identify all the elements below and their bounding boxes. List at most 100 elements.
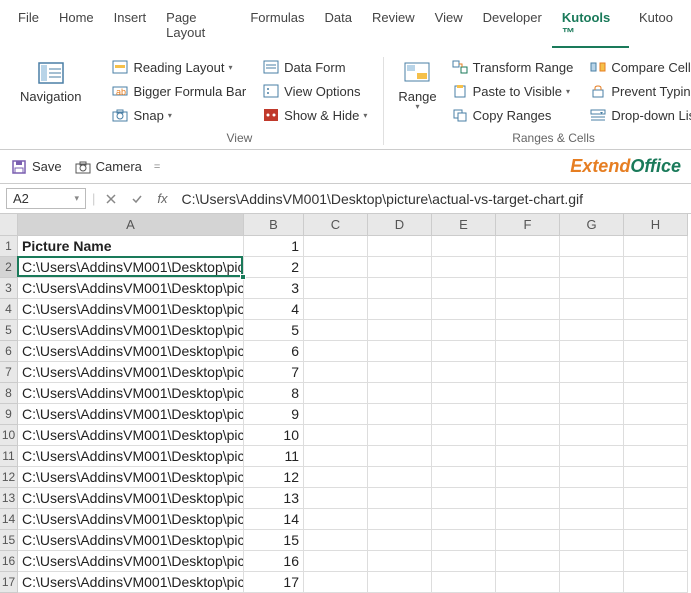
cell[interactable] [304, 551, 368, 572]
cell[interactable] [304, 509, 368, 530]
menu-tab-developer[interactable]: Developer [473, 4, 552, 48]
cell[interactable]: 14 [244, 509, 304, 530]
insert-function-button[interactable]: fx [153, 189, 171, 208]
cell[interactable] [496, 404, 560, 425]
cell[interactable] [496, 572, 560, 593]
cell[interactable] [496, 383, 560, 404]
row-header[interactable]: 9 [0, 404, 18, 425]
cell[interactable]: 7 [244, 362, 304, 383]
menu-tab-data[interactable]: Data [315, 4, 362, 48]
cell[interactable] [304, 425, 368, 446]
cell[interactable] [560, 320, 624, 341]
cell[interactable] [304, 383, 368, 404]
cell[interactable]: Picture Name [18, 236, 244, 257]
range-button[interactable]: Range ▾ [392, 57, 442, 113]
cell[interactable] [560, 467, 624, 488]
cell[interactable] [496, 530, 560, 551]
cell[interactable] [496, 278, 560, 299]
row-header[interactable]: 6 [0, 341, 18, 362]
cell[interactable]: C:\Users\AddinsVM001\Desktop\pic [18, 404, 244, 425]
cell[interactable]: C:\Users\AddinsVM001\Desktop\pic [18, 362, 244, 383]
cell[interactable] [368, 530, 432, 551]
cell[interactable]: C:\Users\AddinsVM001\Desktop\pic [18, 278, 244, 299]
cell[interactable]: 8 [244, 383, 304, 404]
cell[interactable] [368, 467, 432, 488]
cell[interactable] [304, 257, 368, 278]
spreadsheet-grid[interactable]: ABCDEFGH 1Picture Name12C:\Users\AddinsV… [0, 214, 691, 593]
menu-tab-kutoo[interactable]: Kutoo [629, 4, 683, 48]
cell[interactable]: C:\Users\AddinsVM001\Desktop\pic [18, 257, 244, 278]
cell[interactable] [368, 299, 432, 320]
cell[interactable] [560, 236, 624, 257]
cell[interactable] [304, 362, 368, 383]
cell[interactable]: C:\Users\AddinsVM001\Desktop\pic [18, 467, 244, 488]
cell[interactable]: C:\Users\AddinsVM001\Desktop\pic [18, 425, 244, 446]
cell[interactable] [496, 488, 560, 509]
cell[interactable] [432, 383, 496, 404]
cell[interactable] [496, 236, 560, 257]
cell[interactable]: C:\Users\AddinsVM001\Desktop\pic [18, 572, 244, 593]
cell[interactable] [304, 236, 368, 257]
cell[interactable] [304, 530, 368, 551]
name-box[interactable]: A2 ▾ [6, 188, 86, 209]
cell[interactable] [560, 341, 624, 362]
row-header[interactable]: 15 [0, 530, 18, 551]
cell[interactable] [368, 509, 432, 530]
row-header[interactable]: 16 [0, 551, 18, 572]
cell[interactable] [624, 383, 688, 404]
cell[interactable] [496, 341, 560, 362]
menu-tab-view[interactable]: View [425, 4, 473, 48]
cell[interactable] [496, 257, 560, 278]
cell[interactable] [432, 572, 496, 593]
cell[interactable]: 5 [244, 320, 304, 341]
cell[interactable] [368, 572, 432, 593]
column-header-D[interactable]: D [368, 214, 432, 236]
cell[interactable] [560, 509, 624, 530]
cell[interactable] [432, 488, 496, 509]
column-header-F[interactable]: F [496, 214, 560, 236]
row-header[interactable]: 7 [0, 362, 18, 383]
cell[interactable] [368, 257, 432, 278]
cell[interactable] [432, 278, 496, 299]
cell[interactable] [432, 446, 496, 467]
cell[interactable] [432, 341, 496, 362]
row-header[interactable]: 12 [0, 467, 18, 488]
cell[interactable] [624, 572, 688, 593]
cell[interactable] [624, 320, 688, 341]
cell[interactable] [304, 278, 368, 299]
menu-tab-kutools[interactable]: Kutools ™ [552, 4, 629, 48]
cell[interactable] [432, 320, 496, 341]
row-header[interactable]: 2 [0, 257, 18, 278]
cell[interactable]: 16 [244, 551, 304, 572]
cell[interactable] [304, 320, 368, 341]
cell[interactable] [368, 425, 432, 446]
cell[interactable]: 2 [244, 257, 304, 278]
cell[interactable] [496, 299, 560, 320]
cell[interactable] [560, 257, 624, 278]
cell[interactable] [624, 257, 688, 278]
navigation-button[interactable]: Navigation [14, 57, 87, 106]
cell[interactable]: C:\Users\AddinsVM001\Desktop\pic [18, 383, 244, 404]
cell[interactable] [368, 404, 432, 425]
select-all-corner[interactable] [0, 214, 18, 236]
menu-tab-pagelayout[interactable]: Page Layout [156, 4, 240, 48]
row-header[interactable]: 13 [0, 488, 18, 509]
cell[interactable] [624, 446, 688, 467]
row-header[interactable]: 8 [0, 383, 18, 404]
cell[interactable]: C:\Users\AddinsVM001\Desktop\pic [18, 320, 244, 341]
cell[interactable] [624, 404, 688, 425]
column-header-C[interactable]: C [304, 214, 368, 236]
cell[interactable] [304, 341, 368, 362]
menu-tab-home[interactable]: Home [49, 4, 104, 48]
cell[interactable] [432, 404, 496, 425]
menu-tab-review[interactable]: Review [362, 4, 425, 48]
cell[interactable] [304, 572, 368, 593]
view-options-button[interactable]: View Options [258, 81, 371, 101]
cell[interactable] [496, 467, 560, 488]
cell[interactable]: 12 [244, 467, 304, 488]
cell[interactable] [496, 362, 560, 383]
show-hide-button[interactable]: Show & Hide▾ [258, 105, 371, 125]
row-header[interactable]: 1 [0, 236, 18, 257]
cell[interactable] [560, 488, 624, 509]
cell[interactable] [496, 551, 560, 572]
